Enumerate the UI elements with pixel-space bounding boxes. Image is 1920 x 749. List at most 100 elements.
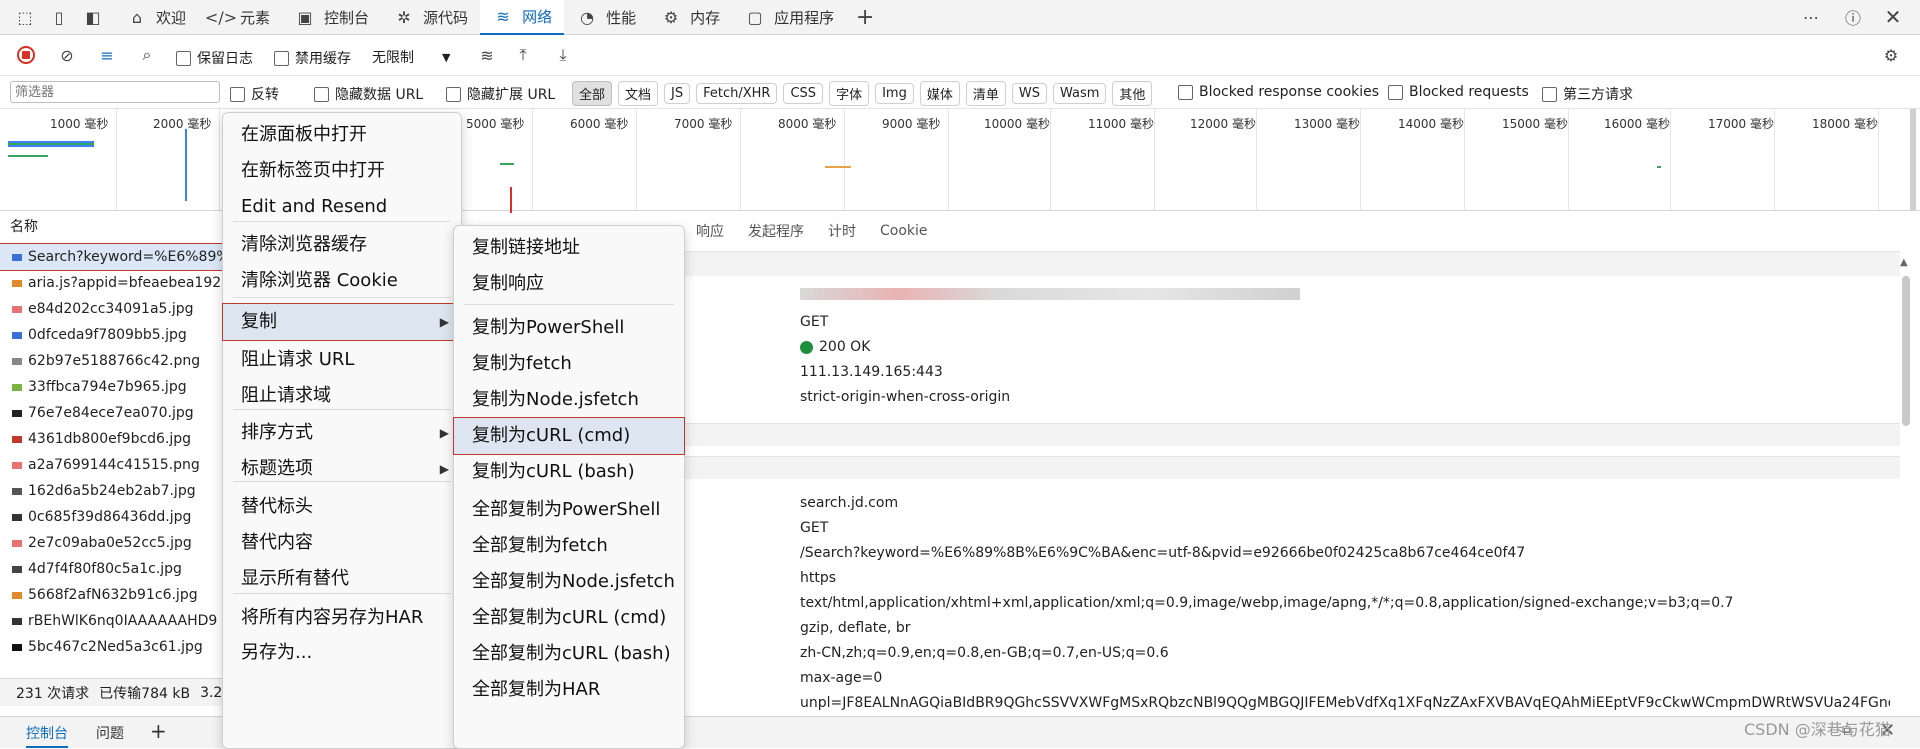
inspect-icon[interactable]: ⬚ [14, 6, 36, 28]
tab-network[interactable]: ≋ 网络 [480, 0, 565, 35]
overview-scroll-handle[interactable] [1910, 109, 1916, 210]
request-row[interactable]: a2a7699144c41515.png [0, 452, 230, 478]
record-icon[interactable] [17, 46, 35, 64]
request-row[interactable]: e84d202cc34091a5.jpg [0, 296, 230, 322]
hide-data-url-checkbox[interactable]: 隐藏数据 URL [314, 84, 423, 104]
help-icon[interactable]: ⓘ [1842, 6, 1864, 28]
copy-submenu-item[interactable]: 复制为fetch [454, 346, 684, 382]
tab-welcome[interactable]: ⌂ 欢迎 [114, 0, 198, 34]
preserve-log-checkbox[interactable]: 保留日志 [176, 48, 253, 68]
network-conditions-icon[interactable]: ≋ [476, 44, 498, 66]
context-menu-item[interactable]: 显示所有替代 [223, 561, 461, 597]
tab-performance[interactable]: ◔ 性能 [564, 0, 648, 34]
context-menu-item[interactable]: 清除浏览器 Cookie [223, 263, 461, 299]
filter-chip-0[interactable]: 全部 [572, 81, 613, 106]
request-row[interactable]: 0c685f39d86436dd.jpg [0, 504, 230, 530]
context-menu-item[interactable]: 替代标头 [223, 489, 461, 525]
context-menu-item[interactable]: 排序方式 ▶ [223, 415, 461, 451]
request-row[interactable]: 76e7e84ece7ea070.jpg [0, 400, 230, 426]
tab-sources[interactable]: ✲ 源代码 [381, 0, 480, 34]
copy-submenu-item[interactable]: 全部复制为HAR [454, 672, 684, 708]
close-icon[interactable]: ✕ [1882, 5, 1904, 29]
copy-submenu-item[interactable]: 全部复制为cURL (cmd) [454, 600, 684, 636]
context-menu-item[interactable]: 将所有内容另存为HAR [223, 600, 461, 636]
drawer-tab-console[interactable]: 控制台 [26, 723, 68, 748]
tab-application[interactable]: ▢ 应用程序 [732, 0, 846, 34]
blocked-requests-checkbox[interactable]: Blocked requests [1388, 84, 1529, 100]
hide-extension-url-checkbox[interactable]: 隐藏扩展 URL [446, 84, 555, 104]
request-row[interactable]: 2e7c09aba0e52cc5.jpg [0, 530, 230, 556]
copy-submenu-item[interactable]: 全部复制为Node.jsfetch [454, 564, 684, 600]
add-tab-icon[interactable]: + [854, 5, 876, 30]
request-row[interactable]: 162d6a5b24eb2ab7.jpg [0, 478, 230, 504]
context-menu-item[interactable]: 清除浏览器缓存 [223, 227, 461, 263]
tab-elements[interactable]: </> 元素 [198, 0, 282, 34]
context-menu-item[interactable]: Edit and Resend [223, 189, 461, 225]
copy-submenu-item[interactable]: 复制响应 [454, 266, 684, 302]
dock-icon[interactable]: ◧ [82, 6, 104, 28]
third-party-checkbox[interactable]: 第三方请求 [1542, 84, 1633, 104]
invert-checkbox[interactable]: 反转 [230, 84, 279, 104]
scroll-up-icon[interactable]: ▲ [1900, 257, 1908, 268]
filter-chip-3[interactable]: Fetch/XHR [696, 83, 778, 104]
context-menu-item[interactable]: 在源面板中打开 [223, 117, 461, 153]
filter-input[interactable] [10, 81, 220, 103]
context-menu-item[interactable]: 替代内容 [223, 525, 461, 561]
context-menu-item[interactable]: 标题选项 ▶ [223, 451, 461, 487]
filter-chip-8[interactable]: 清单 [965, 81, 1006, 106]
tab-console[interactable]: ▣ 控制台 [282, 0, 381, 34]
request-row[interactable]: 4361db800ef9bcd6.jpg [0, 426, 230, 452]
throttle-select[interactable]: 无限制 ▼ [372, 47, 450, 67]
clear-icon[interactable]: ⊘ [56, 44, 78, 66]
tab-initiator[interactable]: 发起程序 [748, 221, 804, 241]
tab-cookie[interactable]: Cookie [880, 223, 928, 239]
filter-chip-2[interactable]: JS [664, 83, 691, 104]
copy-submenu-item[interactable]: 全部复制为cURL (bash) [454, 636, 684, 672]
context-menu-item[interactable]: 另存为... [223, 635, 461, 671]
filter-chip-11[interactable]: 其他 [1112, 81, 1153, 106]
filter-chip-9[interactable]: WS [1011, 83, 1047, 104]
drawer-tab-issues[interactable]: 问题 [96, 723, 124, 743]
context-menu-item[interactable]: 阻止请求 URL [223, 342, 461, 378]
blocked-cookies-checkbox[interactable]: Blocked response cookies [1178, 84, 1379, 100]
copy-submenu-item[interactable]: 复制为cURL (bash) [454, 454, 684, 490]
request-row[interactable]: 33ffbca794e7b965.jpg [0, 374, 230, 400]
filter-chip-7[interactable]: 媒体 [919, 81, 960, 106]
tab-memory[interactable]: ⚙ 内存 [648, 0, 732, 34]
copy-submenu-item[interactable]: 全部复制为PowerShell [454, 492, 684, 528]
request-row[interactable]: 5bc467c2Ned5a3c61.jpg [0, 634, 230, 660]
tab-timing[interactable]: 计时 [828, 221, 856, 241]
request-row[interactable]: 4d7f4f80f80c5a1c.jpg [0, 556, 230, 582]
name-column-header[interactable]: 名称 [0, 211, 230, 244]
search-icon[interactable]: ⌕ [136, 44, 158, 66]
filter-chip-10[interactable]: Wasm [1052, 83, 1107, 104]
copy-submenu-item[interactable]: 复制为Node.jsfetch [454, 382, 684, 418]
disable-cache-checkbox[interactable]: 禁用缓存 [274, 48, 351, 68]
more-icon[interactable]: ⋯ [1800, 6, 1822, 28]
request-row[interactable]: aria.js?appid=bfeaebea19237 [0, 270, 230, 296]
request-row[interactable]: 62b97e5188766c42.png [0, 348, 230, 374]
add-drawer-tab-icon[interactable]: + [150, 719, 167, 743]
filter-chip-1[interactable]: 文档 [618, 81, 659, 106]
filter-chip-5[interactable]: 字体 [829, 81, 870, 106]
copy-submenu-item[interactable]: 全部复制为fetch [454, 528, 684, 564]
detail-scrollbar[interactable] [1902, 276, 1910, 426]
import-har-icon[interactable]: ⤒ [512, 44, 534, 66]
filter-chip-6[interactable]: Img [875, 83, 914, 104]
request-row[interactable]: 0dfceda9f7809bb5.jpg [0, 322, 230, 348]
copy-submenu-item[interactable]: 复制为cURL (cmd) [453, 417, 685, 455]
context-menu-item[interactable]: 复制 ▶ [222, 303, 462, 341]
export-har-icon[interactable]: ⤓ [552, 44, 574, 66]
request-row[interactable]: rBEhWlK6nq0IAAAAAAHD9 [0, 608, 230, 634]
filter-icon[interactable]: ≡ [96, 44, 118, 66]
context-menu-item[interactable]: 阻止请求域 [223, 378, 461, 414]
request-row[interactable]: 5668f2afN632b91c6.jpg [0, 582, 230, 608]
settings-gear-icon[interactable]: ⚙ [1880, 44, 1902, 66]
context-menu-item[interactable]: 在新标签页中打开 [223, 153, 461, 189]
filter-chip-4[interactable]: CSS [783, 83, 824, 104]
tab-response[interactable]: 响应 [696, 221, 724, 241]
copy-submenu-item[interactable]: 复制链接地址 [454, 230, 684, 266]
device-toolbar-icon[interactable]: ▯ [48, 6, 70, 28]
copy-submenu-item[interactable]: 复制为PowerShell [454, 310, 684, 346]
request-row[interactable]: Search?keyword=%E6%89%8 [0, 243, 231, 271]
